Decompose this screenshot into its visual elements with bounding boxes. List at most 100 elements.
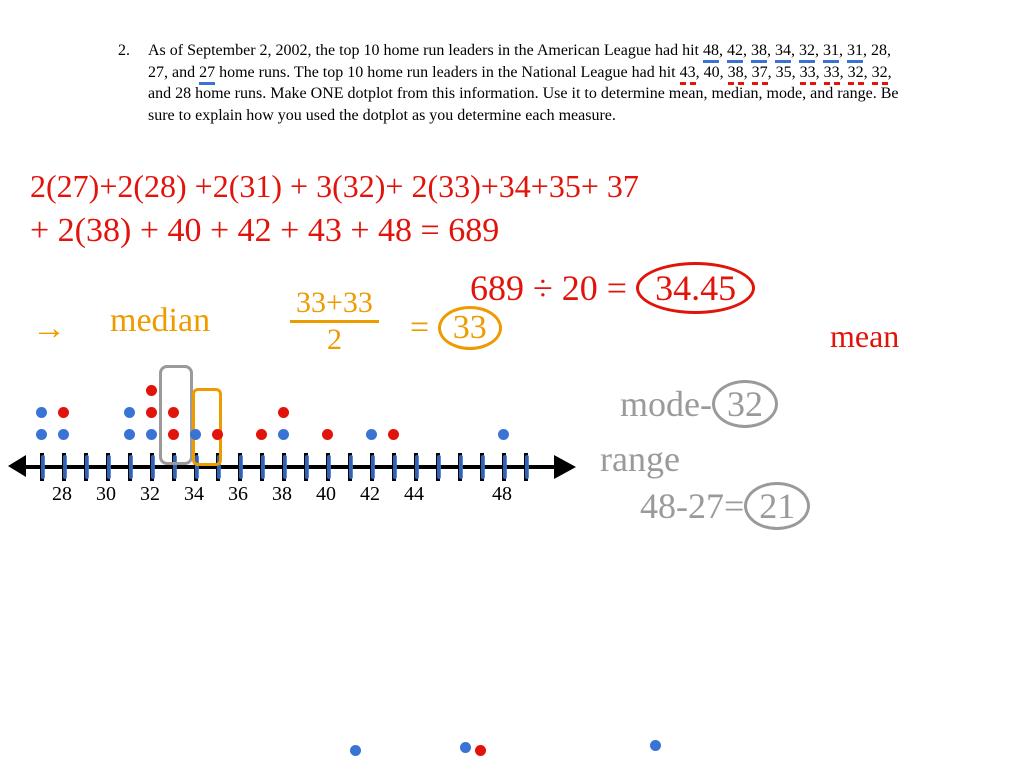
axis-blue-tick bbox=[481, 455, 485, 479]
prob-post: home runs. Make ONE dotplot from this in… bbox=[148, 85, 899, 124]
problem-number: 2. bbox=[118, 40, 144, 62]
axis-label: 42 bbox=[360, 483, 380, 506]
nl-val: 43 bbox=[680, 64, 696, 85]
nl-val: 35 bbox=[776, 64, 792, 81]
dotplot-dot bbox=[124, 407, 135, 418]
range-expr: 48-27= bbox=[640, 486, 744, 526]
al-val: 32 bbox=[799, 42, 815, 63]
median-arrow: → bbox=[32, 310, 68, 348]
axis-blue-tick bbox=[129, 455, 133, 479]
mean-label: mean bbox=[830, 318, 899, 355]
stray-dot bbox=[460, 742, 471, 753]
nl-val: 32 bbox=[848, 64, 864, 85]
dotplot-dot bbox=[278, 407, 289, 418]
al-val: 31 bbox=[847, 42, 863, 63]
stray-dot bbox=[350, 745, 361, 756]
al-val: 38 bbox=[751, 42, 767, 63]
dotplot-dot bbox=[146, 385, 157, 396]
al-val: 27 bbox=[199, 64, 215, 85]
sum-line-1: 2(27)+2(28) +2(31) + 3(32)+ 2(33)+34+35+… bbox=[30, 168, 639, 205]
nl-val: 38 bbox=[728, 64, 744, 85]
dotplot-dot bbox=[366, 429, 377, 440]
stray-dot bbox=[475, 745, 486, 756]
mean-division: 689 ÷ 20 = 34.45 bbox=[470, 262, 755, 314]
dotplot-dot bbox=[190, 429, 201, 440]
axis-label: 44 bbox=[404, 483, 424, 506]
mode-value-circled: 32 bbox=[712, 380, 778, 428]
axis-blue-tick bbox=[393, 455, 397, 479]
nl-val: 40 bbox=[704, 64, 720, 81]
mean-value-circled: 34.45 bbox=[636, 262, 755, 314]
dotplot-dot bbox=[146, 407, 157, 418]
axis-arrow-left-icon bbox=[8, 455, 26, 477]
axis-blue-tick bbox=[151, 455, 155, 479]
median-label: median bbox=[110, 302, 210, 340]
axis-label: 34 bbox=[184, 483, 204, 506]
axis-blue-tick bbox=[41, 455, 45, 479]
median-frac-top: 33+33 bbox=[290, 288, 379, 323]
median-frac-bot: 2 bbox=[290, 323, 379, 355]
range-value-circled: 21 bbox=[744, 482, 810, 530]
axis-blue-tick bbox=[305, 455, 309, 479]
axis-blue-tick bbox=[349, 455, 353, 479]
range-label: range bbox=[600, 438, 680, 480]
axis-blue-tick bbox=[437, 455, 441, 479]
mode-label: mode- bbox=[620, 384, 712, 424]
axis-blue-tick bbox=[503, 455, 507, 479]
division-expr: 689 ÷ 20 = bbox=[470, 268, 627, 308]
median-eq: = 33 bbox=[410, 306, 502, 350]
axis-blue-tick bbox=[261, 455, 265, 479]
dotplot-dot bbox=[256, 429, 267, 440]
axis-blue-tick bbox=[327, 455, 331, 479]
axis-label: 28 bbox=[52, 483, 72, 506]
axis-label: 36 bbox=[228, 483, 248, 506]
axis-blue-tick bbox=[239, 455, 243, 479]
sum-line-2: + 2(38) + 40 + 42 + 43 + 48 = 689 bbox=[30, 212, 499, 250]
axis-arrow-right-icon bbox=[554, 455, 576, 479]
al-val: 28 bbox=[871, 42, 887, 59]
dotplot-dot bbox=[168, 429, 179, 440]
axis-blue-tick bbox=[63, 455, 67, 479]
nl-val: 37 bbox=[752, 64, 768, 85]
axis-line bbox=[20, 465, 560, 469]
nl-val: 33 bbox=[824, 64, 840, 85]
problem-body: As of September 2, 2002, the top 10 home… bbox=[148, 40, 908, 126]
dotplot-dot bbox=[168, 407, 179, 418]
al-val: 48 bbox=[703, 42, 719, 63]
mode-line: mode-32 bbox=[620, 380, 778, 428]
dotplot-dot bbox=[124, 429, 135, 440]
axis-label: 32 bbox=[140, 483, 160, 506]
nl-val: 28 bbox=[175, 85, 191, 102]
dotplot-dot bbox=[146, 429, 157, 440]
axis-blue-tick bbox=[525, 455, 529, 479]
dotplot-dot bbox=[498, 429, 509, 440]
prob-pre: As of September 2, 2002, the top 10 home… bbox=[148, 42, 703, 59]
al-val: 42 bbox=[727, 42, 743, 63]
nl-val: 33 bbox=[800, 64, 816, 85]
problem-statement: 2. As of September 2, 2002, the top 10 h… bbox=[118, 40, 918, 126]
axis-blue-tick bbox=[283, 455, 287, 479]
al-val: 31 bbox=[823, 42, 839, 63]
eq-sign: = bbox=[410, 309, 429, 346]
nl-val: 32 bbox=[872, 64, 888, 85]
al-val: 34 bbox=[775, 42, 791, 63]
axis-blue-tick bbox=[107, 455, 111, 479]
dotplot-dot bbox=[322, 429, 333, 440]
dotplot-dot bbox=[212, 429, 223, 440]
dotplot-dot bbox=[388, 429, 399, 440]
dotplot-dot bbox=[36, 407, 47, 418]
range-expr-line: 48-27=21 bbox=[640, 482, 810, 530]
al-val: 27 bbox=[148, 64, 164, 81]
dotplot-dot bbox=[278, 429, 289, 440]
axis-blue-tick bbox=[85, 455, 89, 479]
axis-label: 30 bbox=[96, 483, 116, 506]
stray-dot bbox=[650, 740, 661, 751]
dotplot: 28 30 32 34 36 38 40 42 44 48 bbox=[20, 435, 580, 505]
prob-mid: home runs. The top 10 home run leaders i… bbox=[219, 64, 679, 81]
dotplot-dot bbox=[36, 429, 47, 440]
axis-label: 38 bbox=[272, 483, 292, 506]
axis-blue-tick bbox=[371, 455, 375, 479]
axis-blue-tick bbox=[415, 455, 419, 479]
axis-label: 48 bbox=[492, 483, 512, 506]
axis-label: 40 bbox=[316, 483, 336, 506]
